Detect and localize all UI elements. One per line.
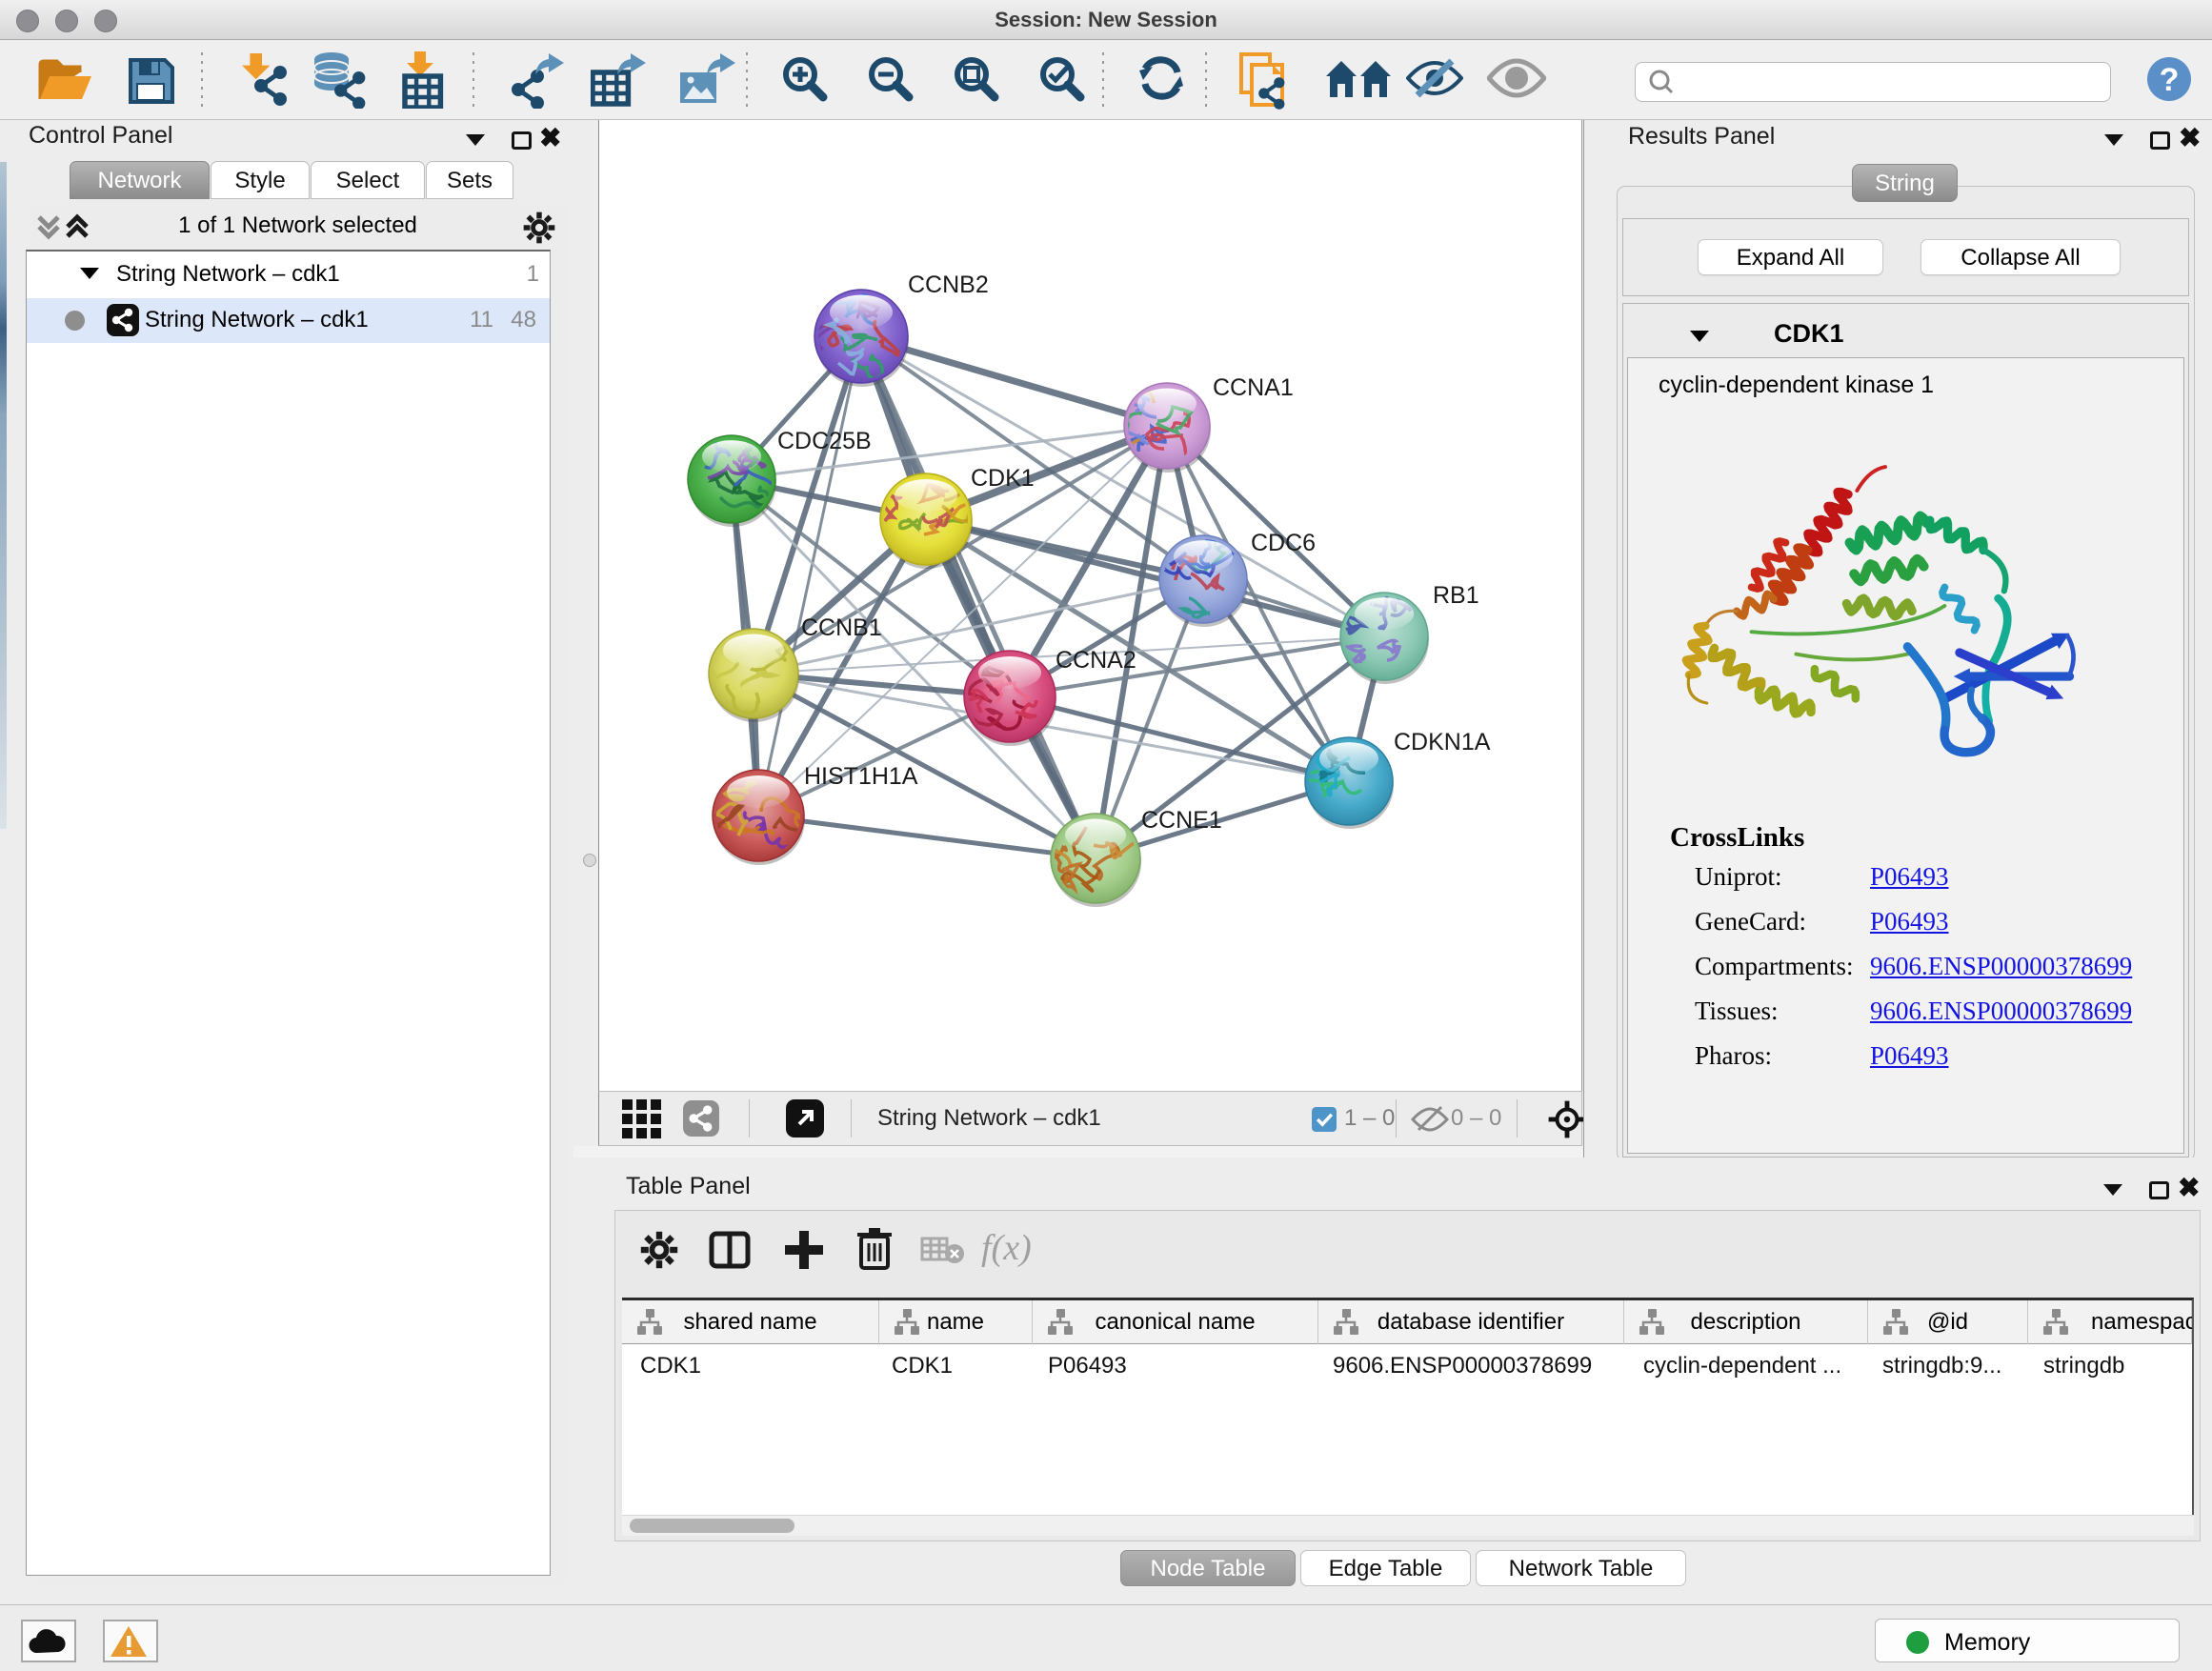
svg-text:CCNB1: CCNB1: [801, 614, 882, 641]
svg-text:CCNA1: CCNA1: [1213, 374, 1294, 401]
svg-text:CCNA2: CCNA2: [1056, 647, 1136, 674]
svg-text:CDKN1A: CDKN1A: [1394, 729, 1491, 755]
svg-text:CDC6: CDC6: [1251, 530, 1316, 556]
svg-text:CDC25B: CDC25B: [777, 428, 872, 454]
svg-text:HIST1H1A: HIST1H1A: [804, 763, 918, 790]
svg-text:CCNE1: CCNE1: [1141, 807, 1222, 834]
svg-text:RB1: RB1: [1433, 582, 1479, 609]
svg-text:CDK1: CDK1: [971, 465, 1035, 492]
svg-text:?: ?: [2160, 62, 2180, 98]
svg-text:CCNB2: CCNB2: [908, 272, 989, 298]
